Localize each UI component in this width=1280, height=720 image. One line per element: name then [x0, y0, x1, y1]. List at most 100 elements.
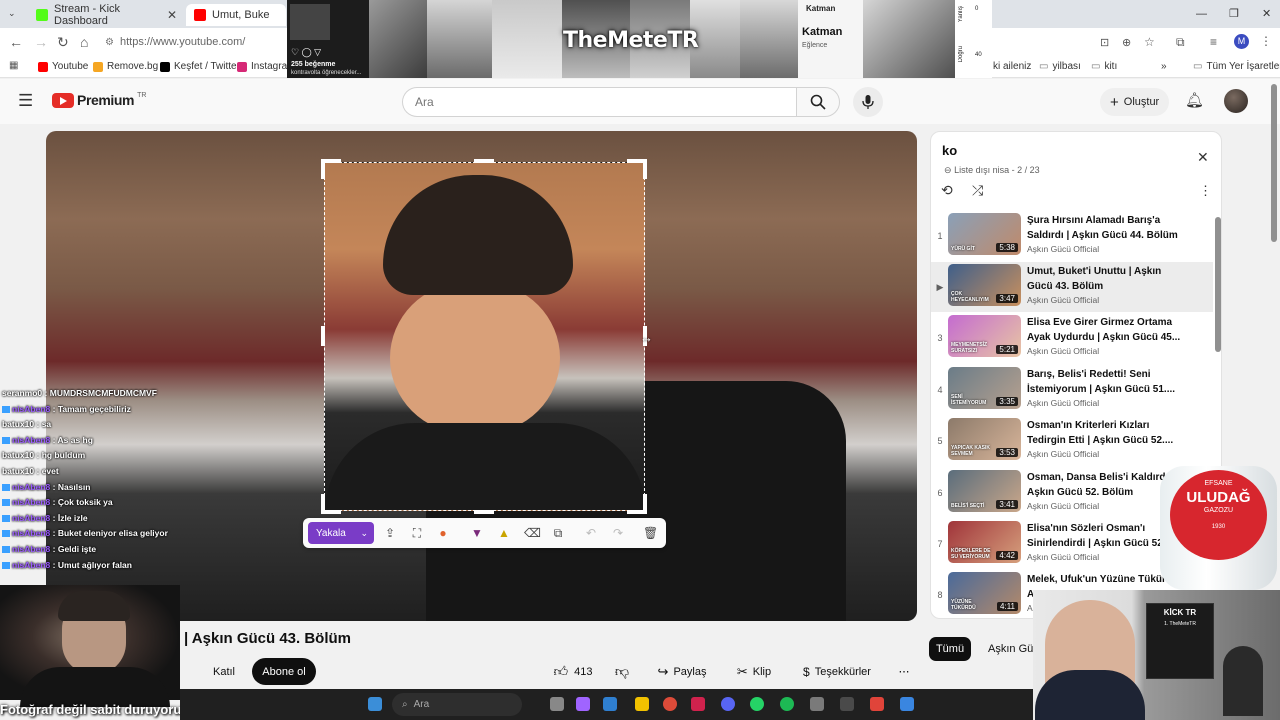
extensions-icon[interactable]: ⧉ — [1176, 35, 1185, 50]
resize-handle-bl-v[interactable] — [321, 494, 325, 514]
url-field[interactable]: ⚙ https://www.youtube.com/ — [105, 33, 290, 51]
video-thumbnail[interactable]: KÖPEKLERE DE SU VERİYORUM 4:42 — [948, 521, 1021, 563]
text-extract-icon[interactable]: ⛶ — [410, 526, 424, 540]
windows-start-icon[interactable] — [368, 697, 382, 711]
reload-icon[interactable]: ↻ — [57, 34, 69, 51]
widgets-icon[interactable] — [603, 697, 617, 711]
video-thumbnail[interactable]: YÜZÜNE TÜKÜRDÜ 4:11 — [948, 572, 1021, 614]
chip-all[interactable]: Tümü — [929, 637, 971, 661]
close-icon[interactable]: ✕ — [167, 8, 177, 22]
bookmarks-overflow[interactable]: » — [1161, 61, 1167, 72]
playlist-item-channel[interactable]: Aşkın Gücü Official — [1027, 449, 1099, 459]
search-button[interactable] — [796, 87, 840, 117]
shapes-icon[interactable]: ⧉ — [551, 526, 565, 540]
hamburger-menu-icon[interactable]: ☰ — [18, 91, 33, 111]
copilot-icon[interactable] — [576, 697, 590, 711]
playlist-item-channel[interactable]: Aşkın Gücü Official — [1027, 398, 1099, 408]
playlist-item[interactable]: 1 YÜRÜ GİT 5:38 Şura Hırsını Alamadı Barış'… — [931, 211, 1213, 261]
close-icon[interactable]: ✕ — [1197, 149, 1209, 166]
menu-dots-icon[interactable]: ⋮ — [1260, 34, 1272, 48]
notifications-bell-icon[interactable]: 🔔︎ — [1185, 91, 1204, 109]
playlist-menu-icon[interactable]: ⋮ — [1199, 183, 1212, 199]
shuffle-icon[interactable]: ⤮ — [972, 182, 983, 199]
bookmark-folder-3[interactable]: ▭ kitı — [1091, 61, 1117, 72]
taskbar-search[interactable]: ⌕ Ara — [392, 693, 522, 716]
tab-youtube[interactable]: Umut, Buke — [186, 4, 286, 26]
resize-handle-left[interactable] — [321, 326, 325, 346]
playlist-item-title[interactable]: Osman'ın Kriterleri Kızları Tedirgin Ett… — [1027, 418, 1187, 448]
app-icon[interactable] — [691, 697, 705, 711]
color-picker-icon[interactable]: ● — [436, 526, 450, 540]
video-thumbnail[interactable]: SENİ İSTEMİYORUM 3:35 — [948, 367, 1021, 409]
video-thumbnail[interactable]: BELİS'İ SEÇTİ 3:41 — [948, 470, 1021, 512]
bookmark-star-icon[interactable]: ☆ — [1144, 35, 1155, 49]
install-icon[interactable]: ⊡ — [1100, 36, 1109, 49]
spotify-icon[interactable] — [780, 697, 794, 711]
discord-icon[interactable] — [721, 697, 735, 711]
video-thumbnail[interactable]: ÇOK HEYECANLIYIM 3:47 — [948, 264, 1021, 306]
playlist-item[interactable]: 4 SENİ İSTEMİYORUM 3:35 Barış, Belis'i Rede… — [931, 365, 1213, 415]
chrome-icon[interactable] — [663, 697, 677, 711]
site-info-icon[interactable]: ⚙ — [105, 37, 114, 48]
chip-channel[interactable]: Aşkın Gü — [978, 637, 1034, 661]
create-button[interactable]: + Oluştur — [1100, 88, 1170, 116]
playlist-item-channel[interactable]: Aşkın Gücü Official — [1027, 552, 1099, 562]
snipping-tool-icon[interactable] — [900, 697, 914, 711]
playlist-item-title[interactable]: Umut, Buket'i Unuttu | Aşkın Gücü 43. Bö… — [1027, 264, 1187, 294]
account-avatar[interactable] — [1224, 89, 1248, 113]
highlighter-icon[interactable]: ▲ — [497, 526, 511, 540]
forward-icon[interactable]: → — [34, 34, 48, 50]
zoom-icon[interactable]: ⊕ — [1122, 36, 1131, 49]
playlist-item-title[interactable]: Barış, Belis'i Redetti! Seni İstemiyorum… — [1027, 367, 1187, 397]
obs-icon[interactable] — [840, 697, 854, 711]
dislike-button[interactable]: 👎︎ — [604, 658, 640, 685]
playlist-item-channel[interactable]: Aşkın Gücü Official — [1027, 346, 1099, 356]
bookmark-youtube[interactable]: Youtube — [38, 61, 88, 72]
resize-handle-bottom[interactable] — [474, 510, 494, 514]
bookmark-removebg[interactable]: Remove.bg — [93, 61, 158, 72]
video-thumbnail[interactable]: YÜRÜ GİT 5:38 — [948, 213, 1021, 255]
share-icon[interactable]: ⇪ — [383, 526, 397, 540]
redo-icon[interactable]: ↷ — [611, 526, 625, 540]
bookmark-folder-2[interactable]: ▭ yilbası — [1039, 61, 1081, 72]
app-icon[interactable] — [810, 697, 824, 711]
app-icon[interactable] — [870, 697, 884, 711]
page-scrollbar[interactable] — [1271, 84, 1277, 242]
video-thumbnail[interactable]: MEYMENETSİZ SURATSIZI 5:21 — [948, 315, 1021, 357]
all-bookmarks[interactable]: ▭ Tüm Yer İşaretleri — [1193, 61, 1280, 72]
loop-icon[interactable]: ⟲ — [941, 182, 953, 199]
tab-search-icon[interactable]: ⌄ — [8, 8, 16, 19]
voice-search-button[interactable] — [853, 87, 883, 117]
minimize-icon[interactable]: — — [1196, 8, 1207, 20]
playlist-item-title[interactable]: Şura Hırsını Alamadı Barış'a Saldırdı | … — [1027, 213, 1187, 243]
join-button[interactable]: Katıl — [202, 658, 246, 685]
maximize-icon[interactable]: ❐ — [1229, 7, 1239, 20]
capture-mode-dropdown[interactable]: Yakala ⌄ — [308, 522, 374, 544]
playlist-item[interactable]: ▶ ÇOK HEYECANLIYIM 3:47 Umut, Buket'i Unutt… — [931, 262, 1213, 312]
profile-avatar[interactable]: M — [1234, 34, 1249, 49]
file-explorer-icon[interactable] — [635, 697, 649, 711]
apps-grid-icon[interactable]: ▦ — [9, 60, 18, 71]
bookmark-folder-1[interactable]: ki aileniz — [993, 61, 1031, 72]
playlist-item-channel[interactable]: Aşkın Gücü Official — [1027, 501, 1099, 511]
snip-selection-area[interactable] — [324, 162, 645, 511]
search-input[interactable] — [402, 87, 797, 117]
back-icon[interactable]: ← — [9, 34, 23, 50]
resize-handle-tr-v[interactable] — [643, 159, 647, 179]
pen-icon[interactable]: ▼ — [470, 526, 484, 540]
clip-button[interactable]: ✂ Klip — [726, 658, 782, 685]
bookmark-twitter[interactable]: Keşfet / Twitter — [160, 61, 240, 72]
playlist-item-channel[interactable]: Aşkın Gücü Official — [1027, 295, 1099, 305]
undo-icon[interactable]: ↶ — [584, 526, 598, 540]
resize-handle-br-v[interactable] — [643, 494, 647, 514]
subscribe-button[interactable]: Abone ol — [252, 658, 316, 685]
playlist-item-channel[interactable]: Aşkın Gücü Official — [1027, 244, 1099, 254]
thanks-button[interactable]: $ Teşekkürler — [790, 658, 884, 685]
playlist-item[interactable]: 3 MEYMENETSİZ SURATSIZI 5:21 Elisa Eve Gire… — [931, 313, 1213, 363]
whatsapp-icon[interactable] — [750, 697, 764, 711]
playlist-scrollbar[interactable] — [1215, 217, 1221, 352]
eraser-icon[interactable]: ⌫ — [524, 526, 541, 540]
delete-icon[interactable]: 🗑︎ — [643, 526, 658, 540]
home-icon[interactable]: ⌂ — [80, 34, 88, 50]
resize-handle-tl-v[interactable] — [321, 159, 325, 179]
